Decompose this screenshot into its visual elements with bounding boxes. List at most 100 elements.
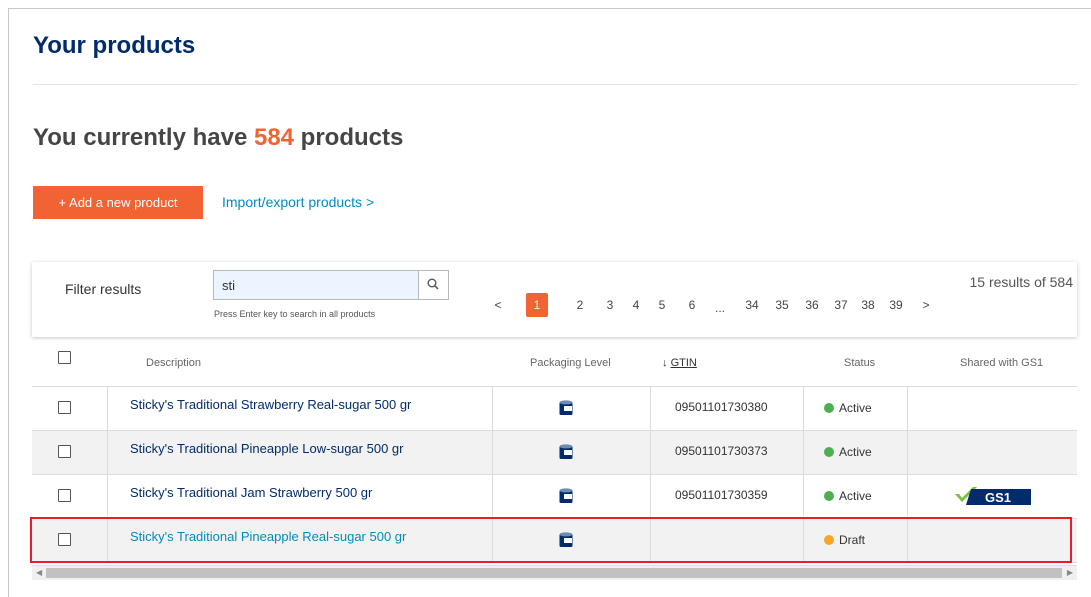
import-export-link[interactable]: Import/export products > [222,194,374,210]
packaging-cell [492,475,650,518]
status-cell: Draft [803,519,907,562]
gtin-cell [650,519,803,562]
page-title: Your products [33,32,196,59]
row-select-cell [32,519,107,562]
description-cell: Sticky's Traditional Strawberry Real-sug… [107,387,492,430]
col-status[interactable]: Status [844,340,875,386]
scrollbar-thumb[interactable] [46,568,1062,578]
row-select-cell [32,387,107,430]
col-description[interactable]: Description [146,340,201,386]
packaging-cell [492,431,650,474]
product-link[interactable]: Sticky's Traditional Pineapple Low-sugar… [130,441,403,456]
status-cell: Active [803,387,907,430]
table-header: Description Packaging Level ↓ GTIN Statu… [32,340,1077,387]
title-divider [33,84,1078,85]
count-suffix: products [294,124,404,151]
row-select-cell [32,475,107,518]
page-2[interactable]: 2 [572,293,588,317]
table-row[interactable]: Sticky's Traditional Pineapple Low-sugar… [32,431,1077,475]
gtin-value: 09501101730380 [675,400,768,414]
page-3[interactable]: 3 [602,293,618,317]
status-text: Active [839,489,872,503]
product-link[interactable]: Sticky's Traditional Strawberry Real-sug… [130,397,411,412]
page-6[interactable]: 6 [684,293,700,317]
gtin-cell: 09501101730359 [650,475,803,518]
status-text: Active [839,445,872,459]
page-37[interactable]: 37 [831,293,851,317]
page-36[interactable]: 36 [802,293,822,317]
select-all-checkbox[interactable] [58,351,71,364]
add-product-button[interactable]: + Add a new product [33,186,203,219]
page-5[interactable]: 5 [654,293,670,317]
search-box [213,270,449,300]
packaging-cell [492,387,650,430]
page-ellipsis: ... [714,301,725,315]
gs1-badge-text: GS1 [985,490,1011,505]
status-cell: Active [803,431,907,474]
status-dot-icon [824,403,834,413]
page-34[interactable]: 34 [742,293,762,317]
status-badge: Active [824,445,872,459]
status-dot-icon [824,447,834,457]
results-count: 15 results of 584 [969,274,1073,290]
gtin-cell: 09501101730373 [650,431,803,474]
gtin-cell: 09501101730380 [650,387,803,430]
table-row[interactable]: Sticky's Traditional Strawberry Real-sug… [32,387,1077,431]
packaging-cell [492,519,650,562]
shared-cell [907,519,1077,562]
product-count-heading: You currently have 584 products [33,124,403,152]
status-badge: Active [824,401,872,415]
filter-label: Filter results [65,281,142,297]
product-link[interactable]: Sticky's Traditional Pineapple Real-suga… [130,529,406,544]
row-checkbox[interactable] [58,401,71,414]
product-link[interactable]: Sticky's Traditional Jam Strawberry 500 … [130,485,372,500]
horizontal-scrollbar[interactable]: ◀ ▶ [32,565,1077,580]
next-page-button[interactable]: > [918,293,934,317]
scroll-left-icon[interactable]: ◀ [36,568,42,577]
status-text: Active [839,401,872,415]
page-38[interactable]: 38 [858,293,878,317]
row-checkbox[interactable] [58,489,71,502]
sort-arrow-icon: ↓ [662,357,668,369]
row-checkbox[interactable] [58,533,71,546]
filter-panel: Filter results Press Enter key to search… [32,262,1077,337]
description-cell: Sticky's Traditional Pineapple Low-sugar… [107,431,492,474]
page-35[interactable]: 35 [772,293,792,317]
shared-cell [907,387,1077,430]
scroll-right-icon[interactable]: ▶ [1067,568,1073,577]
prev-page-button[interactable]: < [490,293,506,317]
row-checkbox[interactable] [58,445,71,458]
table-row[interactable]: Sticky's Traditional Pineapple Real-suga… [32,519,1077,563]
search-hint: Press Enter key to search in all product… [214,309,376,319]
col-shared-gs1[interactable]: Shared with GS1 [960,340,1043,386]
col-gtin[interactable]: ↓ GTIN [662,340,697,386]
description-cell: Sticky's Traditional Pineapple Real-suga… [107,519,492,562]
table-row[interactable]: Sticky's Traditional Jam Strawberry 500 … [32,475,1077,519]
product-count: 584 [253,124,295,151]
col-packaging-level[interactable]: Packaging Level [530,340,611,386]
can-icon [559,532,573,547]
shared-cell [907,431,1077,474]
can-icon [559,400,573,415]
search-icon [427,278,439,290]
gtin-value: 09501101730359 [675,488,768,502]
search-input[interactable] [214,271,418,299]
row-select-cell [32,431,107,474]
page-39[interactable]: 39 [886,293,906,317]
status-dot-icon [824,535,834,545]
gtin-value: 09501101730373 [675,444,768,458]
page-1[interactable]: 1 [526,293,548,317]
status-badge: Draft [824,533,865,547]
status-cell: Active [803,475,907,518]
count-prefix: You currently have [33,124,254,151]
products-table: Description Packaging Level ↓ GTIN Statu… [32,340,1077,580]
gs1-checkmark-badge-icon: GS1 [955,487,1031,505]
description-cell: Sticky's Traditional Jam Strawberry 500 … [107,475,492,518]
shared-cell: GS1 [907,475,1077,518]
search-button[interactable] [418,271,448,299]
status-dot-icon [824,491,834,501]
can-icon [559,488,573,503]
col-gtin-label: GTIN [670,357,697,369]
page-4[interactable]: 4 [628,293,644,317]
can-icon [559,444,573,459]
